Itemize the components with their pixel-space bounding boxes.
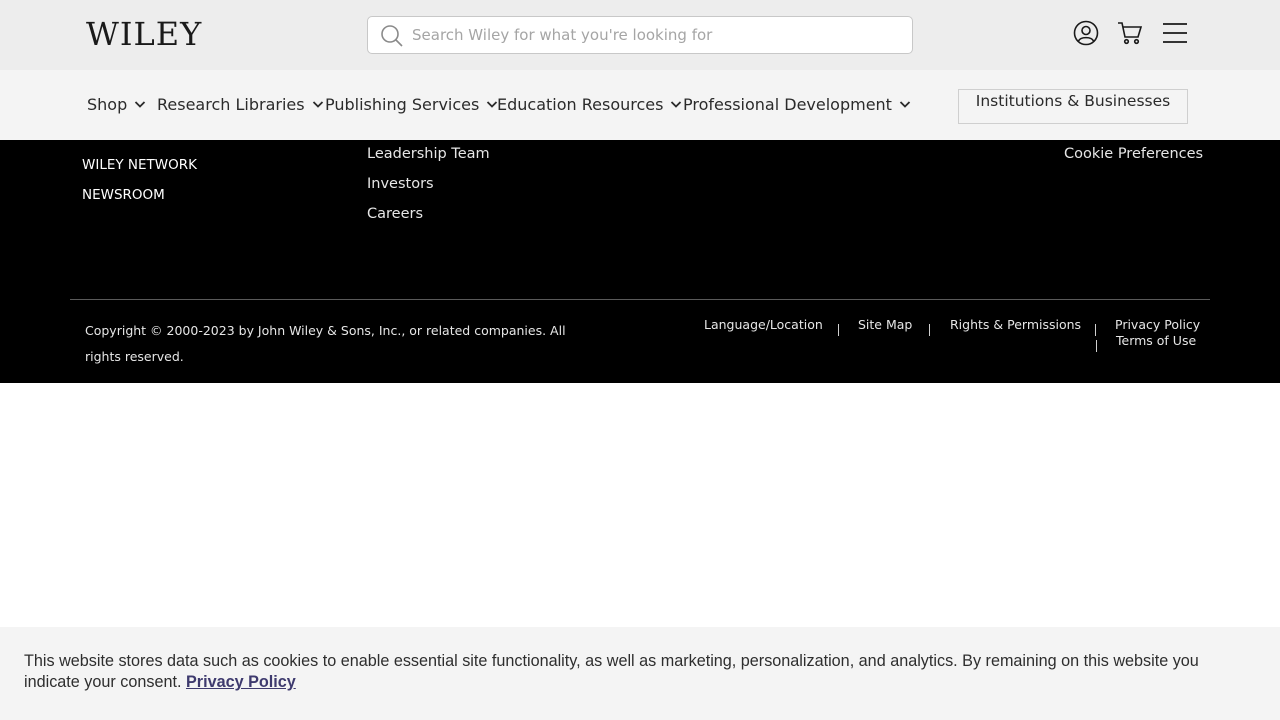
footer-link-careers[interactable]: Careers [367, 206, 423, 222]
nav-item-research-libraries[interactable]: Research Libraries [157, 92, 324, 116]
main-nav: Shop Research Libraries Publishing Servi… [0, 70, 1280, 140]
nav-item-shop[interactable]: Shop [87, 92, 146, 116]
cookie-message: This website stores data such as cookies… [24, 651, 1254, 693]
legal-link-terms-of-use[interactable]: Terms of Use [1116, 333, 1196, 348]
footer: WILEY NETWORK NEWSROOM Leadership Team I… [0, 140, 1280, 383]
search-box[interactable] [367, 16, 913, 54]
nav-item-label: Professional Development [683, 94, 892, 114]
nav-item-label: Publishing Services [325, 94, 480, 114]
legal-separator [1096, 340, 1097, 352]
legal-separator [929, 324, 930, 336]
chevron-down-icon [671, 101, 682, 108]
institutions-businesses-button[interactable]: Institutions & Businesses [958, 89, 1188, 124]
nav-item-publishing-services[interactable]: Publishing Services [325, 92, 498, 116]
search-input[interactable] [412, 18, 902, 52]
nav-item-label: Education Resources [497, 94, 664, 114]
privacy-policy-link[interactable]: Privacy Policy [186, 673, 296, 691]
chevron-down-icon [312, 101, 323, 108]
legal-link-rights-permissions[interactable]: Rights & Permissions [950, 317, 1081, 332]
legal-link-site-map[interactable]: Site Map [858, 317, 912, 332]
search-icon[interactable] [380, 24, 404, 48]
menu-icon[interactable] [1162, 20, 1188, 46]
footer-link-leadership-team[interactable]: Leadership Team [367, 146, 490, 162]
footer-link-newsroom[interactable]: NEWSROOM [82, 187, 165, 203]
copyright-text: Copyright © 2000-2023 by John Wiley & So… [85, 323, 566, 364]
footer-divider [70, 299, 1210, 300]
legal-separator [838, 324, 839, 336]
chevron-down-icon [135, 101, 146, 108]
wiley-logo[interactable]: WILEY [86, 14, 202, 54]
footer-link-wiley-network[interactable]: WILEY NETWORK [82, 157, 197, 173]
nav-item-label: Research Libraries [157, 94, 305, 114]
legal-link-privacy-policy[interactable]: Privacy Policy [1115, 317, 1200, 332]
nav-item-label: Shop [87, 94, 128, 114]
legal-separator [1095, 324, 1096, 336]
nav-item-professional-development[interactable]: Professional Development [683, 92, 911, 116]
top-header: WILEY [0, 0, 1280, 70]
account-icon[interactable] [1073, 20, 1099, 46]
legal-link-language-location[interactable]: Language/Location [704, 317, 823, 332]
cart-icon[interactable] [1117, 20, 1143, 46]
footer-link-investors[interactable]: Investors [367, 176, 434, 192]
nav-item-education-resources[interactable]: Education Resources [497, 92, 682, 116]
footer-link-cookie-preferences[interactable]: Cookie Preferences [1064, 146, 1203, 162]
cookie-banner: This website stores data such as cookies… [0, 627, 1280, 720]
chevron-down-icon [899, 101, 911, 108]
